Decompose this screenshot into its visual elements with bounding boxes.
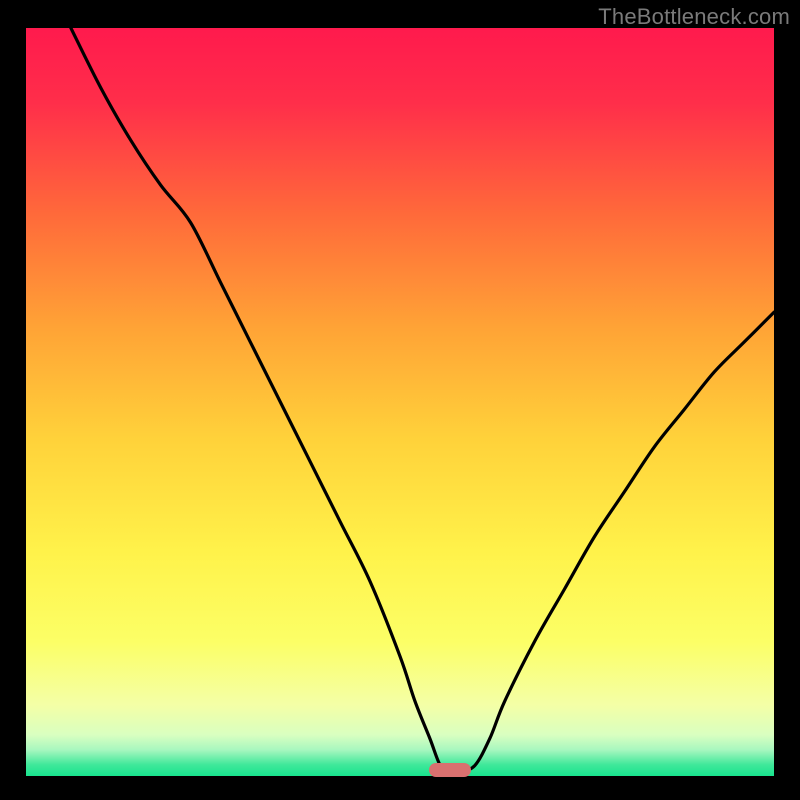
gradient-background: [26, 28, 774, 776]
optimal-marker: [429, 763, 471, 777]
attribution-text: TheBottleneck.com: [598, 4, 790, 30]
chart-frame: TheBottleneck.com: [0, 0, 800, 800]
plot-area: [26, 28, 774, 776]
bottleneck-chart: [26, 28, 774, 776]
